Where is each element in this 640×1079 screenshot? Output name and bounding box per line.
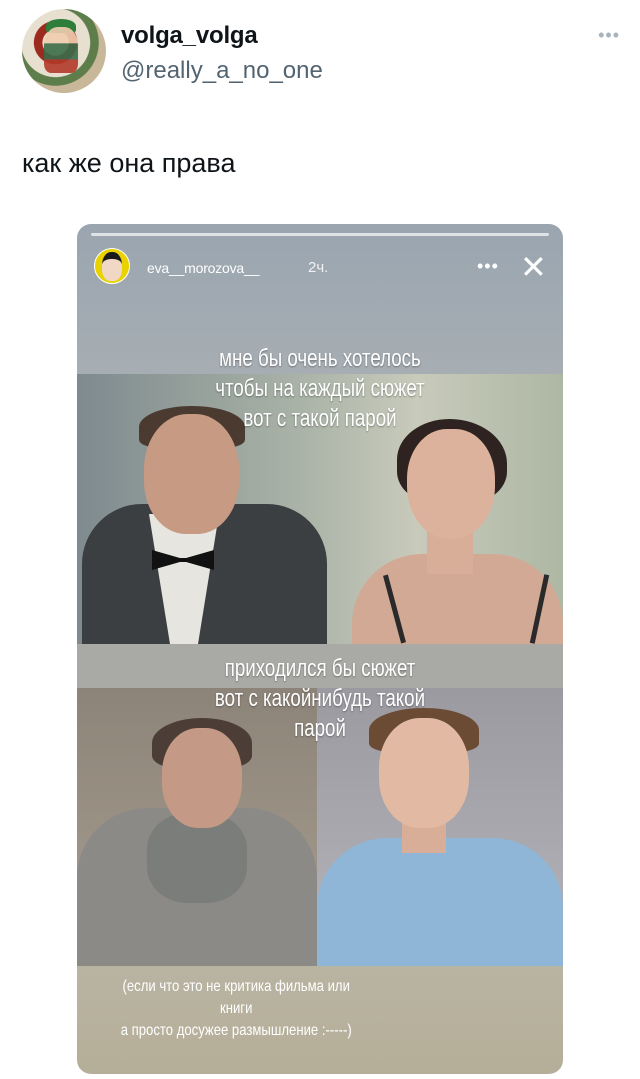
- story-time: 2ч.: [308, 259, 329, 276]
- story-screenshot-image[interactable]: eva__morozova__ 2ч. ••• ✕ мне бы очень х…: [77, 224, 563, 1074]
- caption-top: мне бы очень хотелось чтобы на каждый сю…: [130, 344, 509, 434]
- caption-top-line: вот с такой парой: [243, 405, 397, 432]
- user-avatar[interactable]: [22, 9, 106, 93]
- story-username: eva__morozova__: [147, 260, 260, 276]
- caption-top-line: чтобы на каждый сюжет: [215, 375, 425, 402]
- caption-top-line: мне бы очень хотелось: [219, 345, 421, 372]
- close-icon: ✕: [520, 249, 547, 285]
- avatar-figure: [44, 27, 78, 73]
- caption-middle-line: парой: [294, 715, 346, 742]
- user-handle[interactable]: @really_a_no_one: [121, 57, 323, 85]
- caption-middle-line: приходился бы сюжет: [224, 655, 416, 682]
- display-name[interactable]: volga_volga: [121, 22, 258, 50]
- footnote-line: (если что это не критика фильма или книг…: [122, 978, 350, 1017]
- more-icon: •••: [477, 256, 499, 276]
- caption-middle: приходился бы сюжет вот с какойнибудь та…: [130, 654, 509, 744]
- more-horizontal-icon[interactable]: •••: [598, 25, 620, 46]
- story-avatar: [94, 248, 130, 284]
- tweet-text: как же она права: [22, 148, 236, 178]
- story-progress-bar: [91, 233, 549, 236]
- story-footnote: (если что это не критика фильма или книг…: [105, 976, 367, 1042]
- footnote-line: а просто досужее размышление :-----): [120, 1022, 352, 1039]
- caption-middle-line: вот с какойнибудь такой: [214, 685, 426, 712]
